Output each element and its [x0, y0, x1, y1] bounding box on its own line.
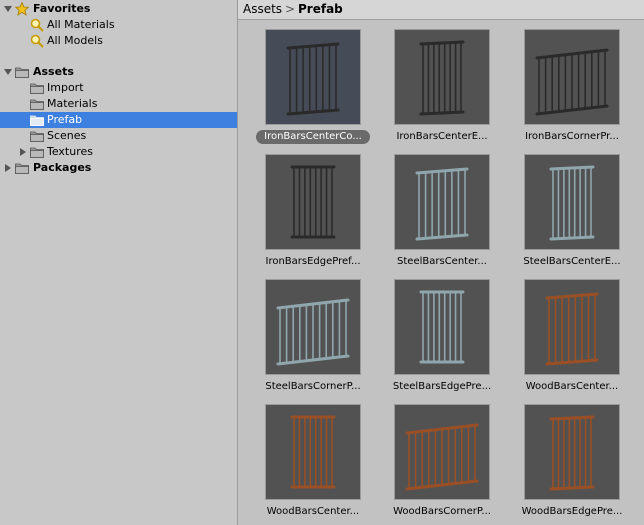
tree-item-prefab[interactable]: Prefab: [0, 112, 237, 128]
prefab-thumbnail[interactable]: [525, 30, 619, 124]
bars-preview-icon: [419, 290, 465, 364]
bars-preview-icon: [286, 42, 340, 116]
prefab-thumbnail[interactable]: [395, 30, 489, 124]
bars-preview-icon: [545, 292, 599, 366]
tree-item-materials[interactable]: Materials: [0, 96, 237, 112]
tree-item-favorites[interactable]: Favorites: [0, 1, 237, 17]
prefab-tile[interactable]: WoodBarsCenter...: [248, 405, 378, 525]
prefab-tile[interactable]: SteelBarsCenterE...: [507, 155, 637, 275]
prefab-tile[interactable]: WoodBarsCornerP...: [377, 405, 507, 525]
asset-grid-panel: Assets > Prefab IronBarsCenterCo... IronB…: [238, 0, 644, 525]
folder-icon: [30, 115, 44, 126]
folder-icon: [15, 163, 29, 174]
prefab-label: SteelBarsCenter...: [397, 256, 487, 267]
prefab-thumbnail[interactable]: [395, 405, 489, 499]
prefab-label: WoodBarsCornerP...: [393, 506, 491, 517]
prefab-label: WoodBarsEdgePre...: [521, 506, 623, 517]
prefab-label: SteelBarsEdgePre...: [392, 381, 492, 392]
tree-label-all-models: All Models: [47, 34, 103, 47]
prefab-thumbnail[interactable]: [395, 155, 489, 249]
tree-item-all-models[interactable]: All Models: [0, 33, 237, 49]
expand-arrow-icon[interactable]: [20, 148, 26, 156]
prefab-tile[interactable]: IronBarsEdgePref...: [248, 155, 378, 275]
bars-preview-icon: [290, 165, 336, 239]
prefab-label: IronBarsCenterE...: [396, 131, 488, 142]
tree-label-import: Import: [47, 81, 84, 94]
tree-item-assets[interactable]: Assets: [0, 64, 237, 80]
prefab-label: SteelBarsCornerP...: [265, 381, 361, 392]
prefab-tile[interactable]: IronBarsCenterE...: [377, 30, 507, 150]
tree-label-all-materials: All Materials: [47, 18, 115, 31]
project-tree-panel: Favorites All Materials All Models Asset…: [0, 0, 238, 525]
prefab-thumbnail[interactable]: [266, 30, 360, 124]
folder-icon: [15, 67, 29, 78]
prefab-label: IronBarsCornerPr...: [525, 131, 619, 142]
bars-preview-icon: [419, 40, 465, 116]
bars-preview-icon: [549, 415, 595, 491]
prefab-tile[interactable]: WoodBarsCenter...: [507, 280, 637, 400]
tree-item-textures[interactable]: Textures: [0, 144, 237, 160]
prefab-tile[interactable]: WoodBarsEdgePre...: [507, 405, 637, 525]
breadcrumb-assets[interactable]: Assets: [243, 0, 282, 18]
tree-label-assets: Assets: [33, 65, 74, 78]
expand-arrow-icon[interactable]: [5, 164, 11, 172]
prefab-thumbnail[interactable]: [266, 405, 360, 499]
expand-arrow-icon[interactable]: [4, 6, 12, 12]
breadcrumb: Assets > Prefab: [238, 0, 644, 20]
tree-item-scenes[interactable]: Scenes: [0, 128, 237, 144]
prefab-label: IronBarsCenterCo...: [256, 130, 370, 144]
tree-item-packages[interactable]: Packages: [0, 160, 237, 176]
prefab-label: SteelBarsCenterE...: [523, 256, 621, 267]
breadcrumb-prefab[interactable]: Prefab: [298, 0, 343, 18]
tree-label-materials: Materials: [47, 97, 98, 110]
bars-preview-icon: [276, 298, 350, 366]
prefab-thumbnail[interactable]: [525, 405, 619, 499]
bars-preview-icon: [290, 415, 336, 489]
tree-label-favorites: Favorites: [33, 2, 91, 15]
prefab-thumbnail[interactable]: [266, 280, 360, 374]
prefab-label: WoodBarsCenter...: [266, 506, 360, 517]
prefab-label: WoodBarsCenter...: [525, 381, 619, 392]
bars-preview-icon: [549, 165, 595, 241]
tree-item-all-materials[interactable]: All Materials: [0, 17, 237, 33]
search-icon: [30, 34, 44, 48]
bars-preview-icon: [405, 423, 479, 491]
prefab-tile[interactable]: SteelBarsCenter...: [377, 155, 507, 275]
search-icon: [30, 18, 44, 32]
folder-icon: [30, 99, 44, 110]
prefab-tile[interactable]: SteelBarsEdgePre...: [377, 280, 507, 400]
prefab-thumbnail[interactable]: [525, 155, 619, 249]
folder-icon: [30, 83, 44, 94]
prefab-thumbnail[interactable]: [395, 280, 489, 374]
folder-icon: [30, 131, 44, 142]
tree-item-import[interactable]: Import: [0, 80, 237, 96]
prefab-thumbnail[interactable]: [525, 280, 619, 374]
prefab-tile[interactable]: IronBarsCenterCo...: [248, 30, 378, 150]
prefab-label: IronBarsEdgePref...: [265, 256, 361, 267]
prefab-thumbnail[interactable]: [266, 155, 360, 249]
prefab-tile[interactable]: IronBarsCornerPr...: [507, 30, 637, 150]
bars-preview-icon: [415, 167, 469, 241]
star-icon: [15, 2, 29, 16]
tree-label-prefab: Prefab: [47, 113, 83, 126]
bars-preview-icon: [535, 48, 609, 116]
tree-label-scenes: Scenes: [47, 129, 87, 142]
folder-icon: [30, 147, 44, 158]
breadcrumb-separator: >: [285, 2, 296, 16]
tree-label-packages: Packages: [33, 161, 92, 174]
prefab-tile[interactable]: SteelBarsCornerP...: [248, 280, 378, 400]
expand-arrow-icon[interactable]: [4, 69, 12, 75]
tree-label-textures: Textures: [47, 145, 93, 158]
